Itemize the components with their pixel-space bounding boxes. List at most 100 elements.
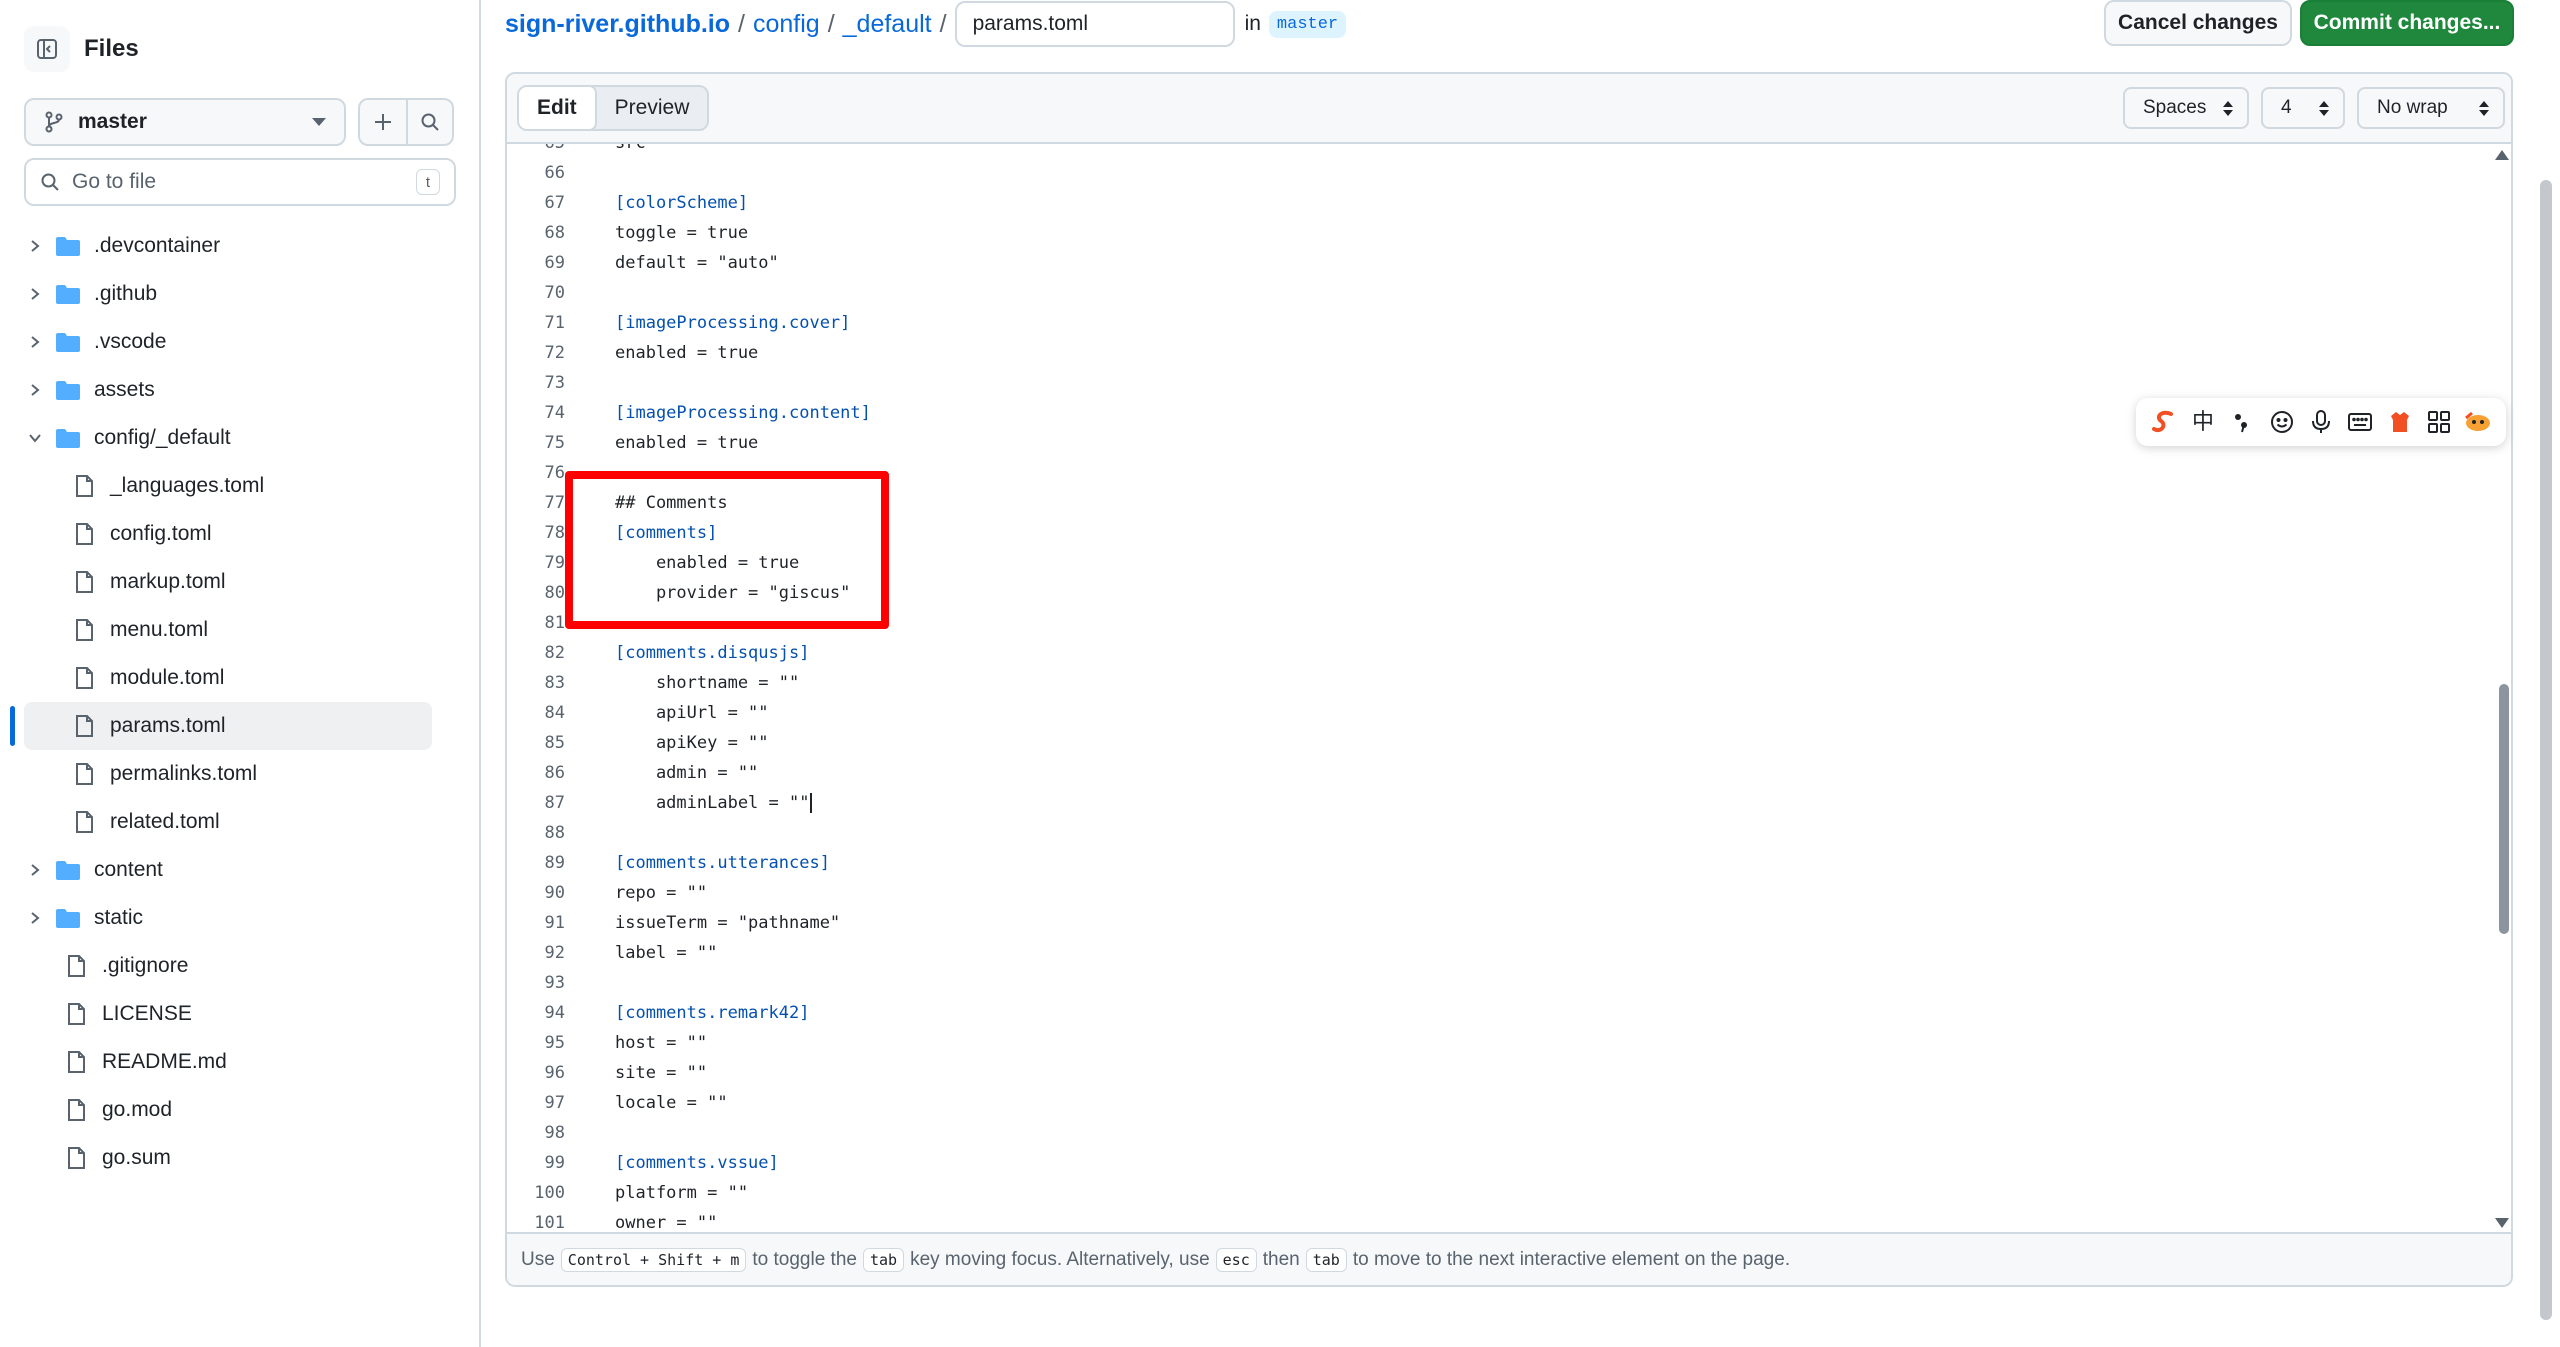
code-line: 77 ## Comments bbox=[507, 488, 2511, 518]
tree-item-params-toml[interactable]: params.toml bbox=[10, 702, 432, 750]
file-icon bbox=[70, 472, 98, 500]
line-text: issueTerm = "pathname" bbox=[615, 913, 841, 933]
file-icon bbox=[70, 664, 98, 692]
code-line: 65 src bbox=[507, 144, 2511, 158]
hint-text: then bbox=[1262, 1248, 1300, 1270]
branch-selector[interactable]: master bbox=[24, 98, 346, 146]
select-arrows-icon bbox=[2223, 100, 2233, 116]
wrap-mode-select[interactable]: No wrap bbox=[2357, 87, 2505, 129]
tree-item-license[interactable]: LICENSE bbox=[24, 990, 456, 1038]
file-icon bbox=[70, 520, 98, 548]
tree-item-content[interactable]: content bbox=[24, 846, 456, 894]
folder-icon bbox=[54, 328, 82, 356]
line-text: toggle = true bbox=[615, 223, 749, 243]
tree-item-label: go.mod bbox=[102, 1098, 173, 1121]
line-number: 76 bbox=[544, 463, 565, 483]
code-editor: Edit Preview Spaces 4 No wrap 65 src 66 67 [… bbox=[505, 72, 2513, 1287]
line-number: 100 bbox=[534, 1183, 565, 1203]
code-line: 82 [comments.disqusjs] bbox=[507, 638, 2511, 668]
tree-item-module-toml[interactable]: module.toml bbox=[24, 654, 456, 702]
tree-item-permalinks-toml[interactable]: permalinks.toml bbox=[24, 750, 456, 798]
code-line: 97 locale = "" bbox=[507, 1088, 2511, 1118]
page-scrollbar[interactable] bbox=[2540, 180, 2552, 1320]
tree-item-go-sum[interactable]: go.sum bbox=[24, 1134, 456, 1182]
tree-item-readme-md[interactable]: README.md bbox=[24, 1038, 456, 1086]
line-text: repo = "" bbox=[615, 883, 708, 903]
tree-item-label: .devcontainer bbox=[94, 234, 221, 257]
wrap-mode-value: No wrap bbox=[2377, 97, 2448, 118]
mascot-icon[interactable] bbox=[2460, 404, 2496, 440]
code-line: 69 default = "auto" bbox=[507, 248, 2511, 278]
sidebar-header: Files bbox=[24, 26, 139, 72]
code-content[interactable]: 65 src 66 67 [colorScheme] 68 toggle = true 69 d… bbox=[507, 144, 2511, 1236]
editor-scroll-thumb[interactable] bbox=[2499, 684, 2509, 934]
line-number: 74 bbox=[544, 403, 565, 423]
line-number: 98 bbox=[544, 1123, 565, 1143]
grid-icon[interactable] bbox=[2421, 404, 2457, 440]
line-number: 93 bbox=[544, 973, 565, 993]
tree-item-static[interactable]: static bbox=[24, 894, 456, 942]
code-line: 81 bbox=[507, 608, 2511, 638]
line-text: [imageProcessing.content] bbox=[615, 403, 871, 423]
tree-item-config-toml[interactable]: config.toml bbox=[24, 510, 456, 558]
chevron-down-icon[interactable] bbox=[24, 427, 46, 449]
tree-actions bbox=[358, 98, 454, 146]
tree-item-assets[interactable]: assets bbox=[24, 366, 456, 414]
code-line: 87 adminLabel = "" bbox=[507, 788, 2511, 818]
tree-item-go-mod[interactable]: go.mod bbox=[24, 1086, 456, 1134]
line-number: 94 bbox=[544, 1003, 565, 1023]
chevron-right-icon[interactable] bbox=[24, 283, 46, 305]
tree-item-menu-toml[interactable]: menu.toml bbox=[24, 606, 456, 654]
tree-item-label: module.toml bbox=[110, 666, 225, 689]
collapse-sidebar-button[interactable] bbox=[24, 26, 70, 72]
skin-icon[interactable] bbox=[2382, 404, 2418, 440]
line-number: 99 bbox=[544, 1153, 565, 1173]
tree-item-gitignore[interactable]: .gitignore bbox=[24, 942, 456, 990]
search-files-button[interactable] bbox=[406, 100, 452, 144]
punctuation-icon[interactable] bbox=[2224, 404, 2260, 440]
search-icon bbox=[41, 173, 59, 191]
tab-preview[interactable]: Preview bbox=[597, 87, 708, 129]
chevron-right-icon[interactable] bbox=[24, 235, 46, 257]
line-number: 88 bbox=[544, 823, 565, 843]
indent-size-select[interactable]: 4 bbox=[2261, 87, 2345, 129]
code-lines: 65 src 66 67 [colorScheme] 68 toggle = true 69 d… bbox=[507, 144, 2511, 1236]
tree-item-related-toml[interactable]: related.toml bbox=[24, 798, 456, 846]
tree-item-markup-toml[interactable]: markup.toml bbox=[24, 558, 456, 606]
code-line: 98 bbox=[507, 1118, 2511, 1148]
indent-mode-select[interactable]: Spaces bbox=[2123, 87, 2249, 129]
chevron-right-icon[interactable] bbox=[24, 859, 46, 881]
line-text: [comments] bbox=[615, 523, 718, 543]
tree-item-label: static bbox=[94, 906, 144, 929]
line-number: 65 bbox=[507, 144, 565, 153]
keyboard-icon[interactable] bbox=[2342, 404, 2378, 440]
add-file-button[interactable] bbox=[360, 100, 406, 144]
tree-item-github[interactable]: .github bbox=[24, 270, 456, 318]
chinese-mode-toggle[interactable]: 中 bbox=[2185, 404, 2221, 440]
line-text: adminLabel = "" bbox=[615, 793, 810, 813]
scroll-up-arrow-icon[interactable] bbox=[2495, 150, 2509, 160]
line-text: [colorScheme] bbox=[615, 193, 749, 213]
chevron-right-icon[interactable] bbox=[24, 907, 46, 929]
breadcrumb-default-link[interactable]: _default bbox=[843, 10, 932, 39]
tree-item-languages-toml[interactable]: _languages.toml bbox=[24, 462, 456, 510]
line-number: 86 bbox=[544, 763, 565, 783]
go-to-file-input[interactable] bbox=[72, 170, 416, 194]
microphone-icon[interactable] bbox=[2303, 404, 2339, 440]
emoji-icon[interactable] bbox=[2264, 404, 2300, 440]
sogou-logo-icon[interactable] bbox=[2146, 404, 2182, 440]
breadcrumb-config-link[interactable]: config bbox=[753, 10, 820, 39]
tree-item-devcontainer[interactable]: .devcontainer bbox=[24, 222, 456, 270]
breadcrumb-repo-link[interactable]: sign-river.github.io bbox=[505, 10, 730, 39]
tree-item-vscode[interactable]: .vscode bbox=[24, 318, 456, 366]
tree-item-config-default[interactable]: config/_default bbox=[24, 414, 456, 462]
scroll-down-arrow-icon[interactable] bbox=[2495, 1218, 2509, 1228]
filename-input[interactable] bbox=[954, 1, 1235, 47]
editor-scrollbar[interactable] bbox=[2495, 144, 2511, 1236]
cancel-changes-button[interactable]: Cancel changes bbox=[2104, 0, 2292, 46]
chevron-right-icon[interactable] bbox=[24, 379, 46, 401]
commit-changes-button[interactable]: Commit changes... bbox=[2300, 0, 2514, 46]
chevron-right-icon[interactable] bbox=[24, 331, 46, 353]
tab-edit[interactable]: Edit bbox=[519, 87, 597, 129]
line-text: [comments.vssue] bbox=[615, 1153, 779, 1173]
